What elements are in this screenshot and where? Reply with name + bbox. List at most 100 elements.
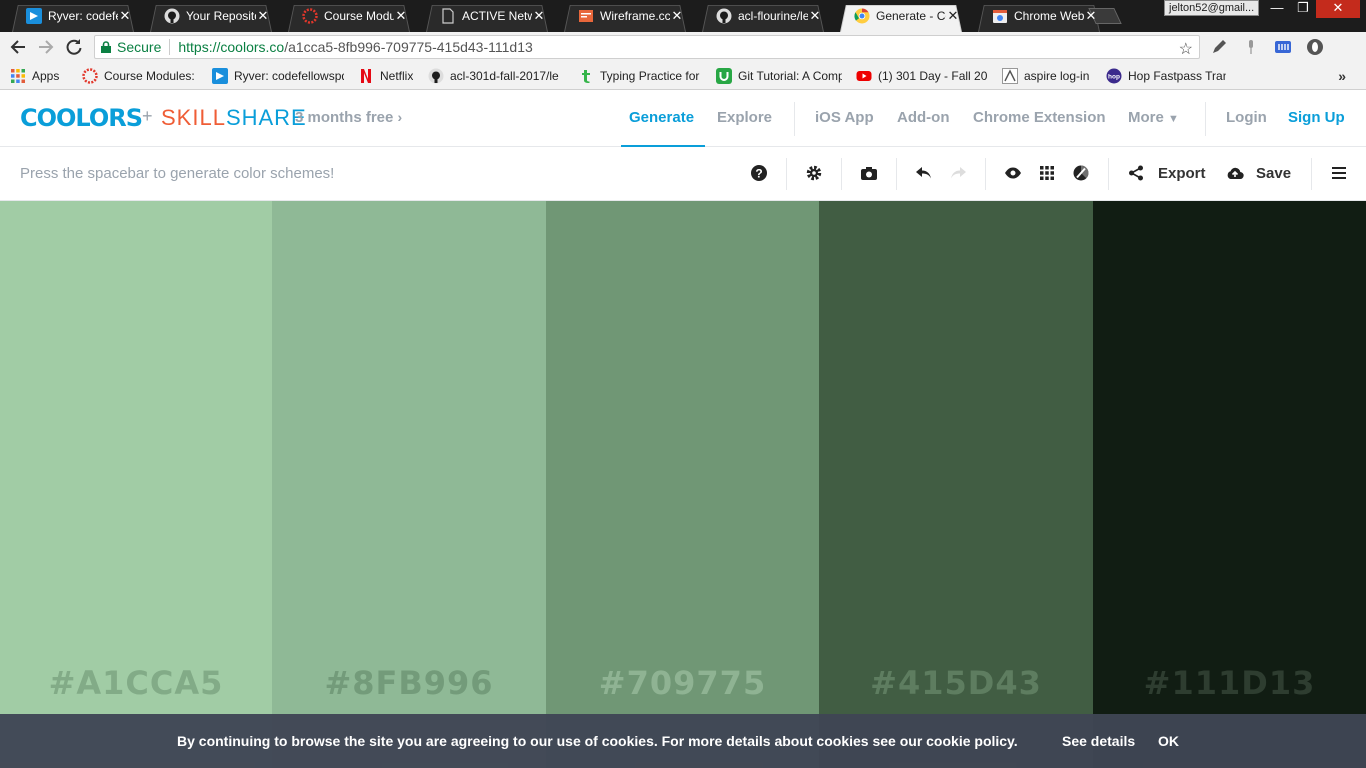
webstore-icon bbox=[992, 8, 1008, 24]
tab-close-icon[interactable]: ✕ bbox=[256, 8, 270, 24]
browser-tab[interactable]: Your Reposito ✕ bbox=[142, 0, 280, 32]
bookmark-item[interactable]: Ryver: codefellowspd bbox=[212, 67, 344, 84]
help-icon[interactable]: ? bbox=[750, 164, 768, 182]
undo-icon[interactable] bbox=[915, 164, 933, 182]
browser-tab-active[interactable]: Generate - Co ✕ bbox=[832, 0, 970, 32]
apps-grid-icon bbox=[10, 68, 26, 84]
adjust-icon[interactable] bbox=[1072, 164, 1090, 182]
tab-close-icon[interactable]: ✕ bbox=[946, 8, 960, 24]
export-label: Export bbox=[1158, 165, 1206, 182]
bookmark-item[interactable]: Typing Practice for Pr bbox=[578, 68, 702, 84]
tab-close-icon[interactable]: ✕ bbox=[118, 8, 132, 24]
color-swatch[interactable]: #8FB996 bbox=[272, 201, 546, 768]
tab-title: Wireframe.cc bbox=[600, 9, 670, 23]
save-label: Save bbox=[1256, 165, 1292, 182]
bars-extension-icon[interactable] bbox=[1274, 38, 1292, 56]
bookmark-label: Ryver: codefellowspd bbox=[234, 68, 344, 83]
browser-tab[interactable]: acl-flourine/le ✕ bbox=[694, 0, 832, 32]
browser-tab[interactable]: Chrome Web ✕ bbox=[970, 0, 1108, 32]
svg-text:?: ? bbox=[755, 167, 762, 181]
hex-code-label[interactable]: #709775 bbox=[546, 664, 819, 702]
omnibox-divider bbox=[169, 39, 171, 55]
bookmark-item[interactable]: Apps bbox=[10, 68, 68, 84]
hex-code-label[interactable]: #415D43 bbox=[819, 664, 1093, 702]
address-bar[interactable]: Secure https://coolors.co/a1cca5-8fb996-… bbox=[94, 35, 1200, 59]
back-arrow-icon[interactable] bbox=[9, 38, 27, 56]
circle-extension-icon[interactable] bbox=[1306, 38, 1324, 56]
camera-icon[interactable] bbox=[860, 164, 878, 182]
url-text[interactable]: https://coolors.co/a1cca5-8fb996-709775-… bbox=[178, 39, 532, 55]
login-link[interactable]: Login bbox=[1226, 109, 1267, 126]
browser-tab[interactable]: Wireframe.cc ✕ bbox=[556, 0, 694, 32]
browser-tab[interactable]: ACTIVE Netwo✕ bbox=[418, 0, 556, 32]
redo-icon[interactable] bbox=[949, 164, 967, 182]
color-swatch[interactable]: #A1CCA5 bbox=[0, 201, 272, 768]
grid-icon[interactable] bbox=[1038, 164, 1056, 182]
pencil-extension-icon[interactable] bbox=[1210, 38, 1228, 56]
tab-close-icon[interactable]: ✕ bbox=[808, 8, 822, 24]
bookmark-item[interactable]: (1) 301 Day - Fall 201 bbox=[856, 68, 988, 84]
url-path: /a1cca5-8fb996-709775-415d43-111d13 bbox=[284, 39, 533, 55]
bookmark-item[interactable]: aspire log-in bbox=[1002, 67, 1092, 84]
nav-more-label: More bbox=[1128, 109, 1164, 126]
nav-divider bbox=[1205, 102, 1206, 136]
lock-icon bbox=[101, 41, 111, 53]
svg-text:hop: hop bbox=[1108, 73, 1120, 80]
color-swatch[interactable]: #111D13 bbox=[1093, 201, 1366, 768]
maximize-button[interactable]: ❐ bbox=[1290, 0, 1316, 18]
browser-title-bar: Ryver: codefell✕Your Reposito✕Course Mod… bbox=[0, 0, 1366, 32]
tab-title: acl-flourine/le bbox=[738, 9, 808, 23]
reload-icon[interactable] bbox=[65, 38, 83, 56]
bookmark-star-icon[interactable]: ☆ bbox=[1179, 39, 1193, 59]
share-icon bbox=[1129, 165, 1143, 181]
bookmark-item[interactable]: acl-301d-fall-2017/le bbox=[428, 68, 564, 84]
bookmark-item[interactable]: Netflix bbox=[358, 68, 414, 84]
browser-toolbar: Secure https://coolors.co/a1cca5-8fb996-… bbox=[0, 32, 1366, 88]
tab-close-icon[interactable]: ✕ bbox=[394, 8, 408, 24]
bookmark-label: Git Tutorial: A Compr bbox=[738, 68, 842, 83]
eyedropper-extension-icon[interactable] bbox=[1242, 38, 1260, 56]
hamburger-menu-icon[interactable] bbox=[1330, 164, 1348, 182]
nav-generate[interactable]: Generate bbox=[629, 109, 694, 126]
github-icon bbox=[164, 8, 180, 24]
tab-close-icon[interactable]: ✕ bbox=[1084, 8, 1098, 24]
canvas-icon bbox=[82, 67, 98, 84]
browser-tab[interactable]: Course Modul ✕ bbox=[280, 0, 418, 32]
cookie-ok-button[interactable]: OK bbox=[1158, 733, 1179, 749]
nav-chrome-extension[interactable]: Chrome Extension bbox=[973, 109, 1106, 126]
promo-link[interactable]: 3 months free › bbox=[295, 109, 402, 126]
nav-more[interactable]: More ▼ bbox=[1128, 109, 1179, 126]
skillshare-logo[interactable]: SKILLSHARE bbox=[161, 105, 307, 131]
hex-code-label[interactable]: #8FB996 bbox=[272, 664, 546, 702]
coolors-logo[interactable]: COOLORS bbox=[20, 104, 143, 132]
forward-arrow-icon[interactable] bbox=[37, 38, 55, 56]
toolbar-divider bbox=[985, 158, 986, 190]
signup-link[interactable]: Sign Up bbox=[1288, 109, 1345, 126]
tab-title: Your Reposito bbox=[186, 9, 256, 23]
extension-icons bbox=[1210, 38, 1324, 56]
settings-gear-icon[interactable] bbox=[805, 164, 823, 182]
bookmark-item[interactable]: hop Hop Fastpass Transit bbox=[1106, 68, 1226, 84]
nav-explore[interactable]: Explore bbox=[717, 109, 772, 126]
bookmarks-overflow-button[interactable]: » bbox=[1338, 68, 1346, 84]
hex-code-label[interactable]: #A1CCA5 bbox=[0, 664, 272, 702]
minimize-button[interactable]: — bbox=[1264, 0, 1290, 18]
hex-code-label[interactable]: #111D13 bbox=[1093, 664, 1366, 702]
tab-title: Generate - Co bbox=[876, 9, 946, 23]
tab-close-icon[interactable]: ✕ bbox=[532, 8, 546, 24]
color-swatch[interactable]: #709775 bbox=[546, 201, 819, 768]
nav-add-on[interactable]: Add-on bbox=[897, 109, 949, 126]
profile-button[interactable]: jelton52@gmail... bbox=[1164, 0, 1260, 16]
cookie-see-details-link[interactable]: See details bbox=[1062, 733, 1135, 749]
ryver-icon bbox=[212, 67, 228, 84]
bookmark-label: aspire log-in bbox=[1024, 68, 1090, 83]
bookmark-item[interactable]: Git Tutorial: A Compr bbox=[716, 67, 842, 84]
color-swatch[interactable]: #415D43 bbox=[819, 201, 1093, 768]
browser-tab[interactable]: Ryver: codefell✕ bbox=[4, 0, 142, 32]
nav-ios-app[interactable]: iOS App bbox=[815, 109, 874, 126]
eye-icon[interactable] bbox=[1004, 164, 1022, 182]
bookmark-item[interactable]: Course Modules: 201 bbox=[82, 67, 198, 84]
tab-close-icon[interactable]: ✕ bbox=[670, 8, 684, 24]
chrome-icon bbox=[854, 8, 870, 24]
window-close-button[interactable]: ✕ bbox=[1316, 0, 1360, 18]
